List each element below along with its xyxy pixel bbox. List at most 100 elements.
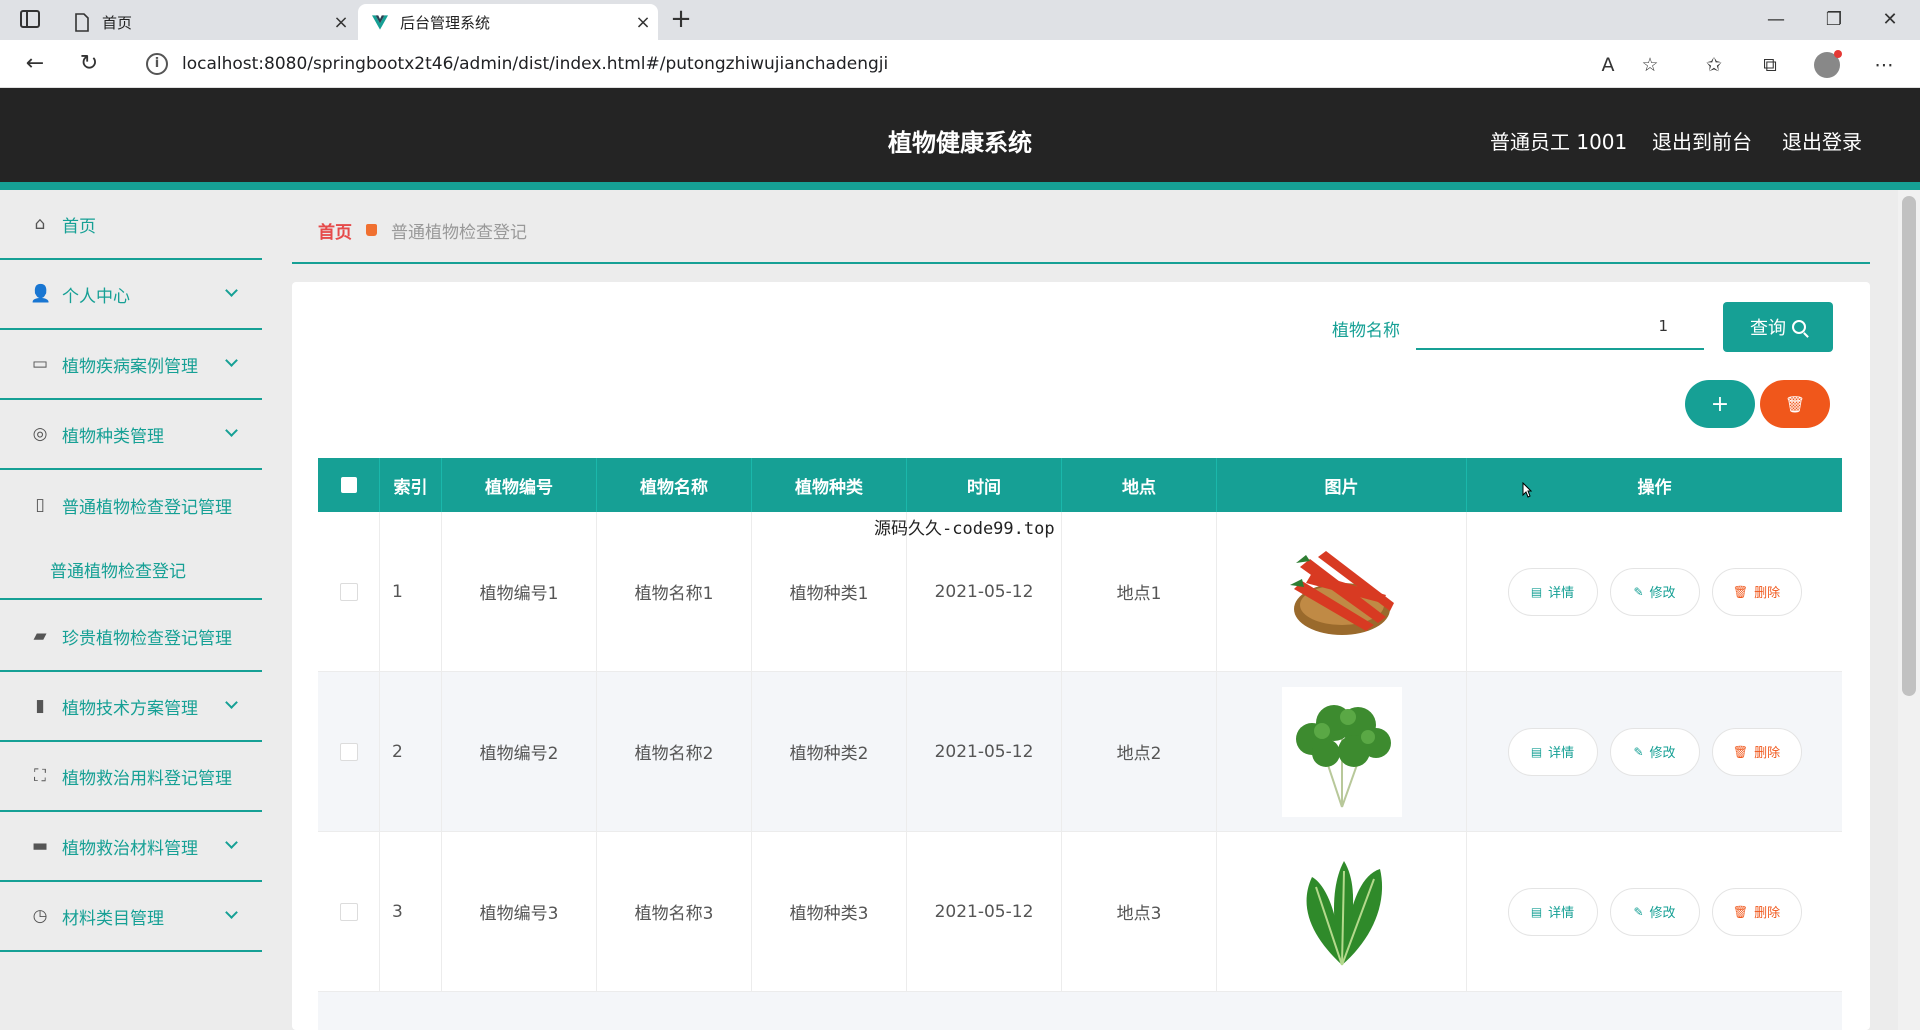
delete-button[interactable]: 🗑 删除	[1711, 567, 1802, 616]
collections-icon[interactable]: ⧉	[1756, 52, 1784, 78]
cell-index: 2	[380, 672, 442, 831]
crop-icon: ⛶	[34, 766, 46, 786]
profile-avatar[interactable]	[1814, 50, 1842, 78]
search-input[interactable]	[1416, 304, 1704, 350]
page-icon	[75, 12, 89, 32]
close-tab-icon[interactable]: ×	[326, 12, 356, 33]
close-tab-icon[interactable]: ×	[628, 12, 658, 33]
back-to-front-link[interactable]: 退出到前台	[1652, 126, 1752, 155]
chevron-down-icon	[225, 284, 238, 297]
column-header: 植物种类	[752, 458, 907, 512]
address-bar: ← ↻ i localhost:8080/springbootx2t46/adm…	[0, 40, 1920, 88]
url-field[interactable]: i localhost:8080/springbootx2t46/admin/d…	[146, 46, 1486, 82]
data-table: 索引 植物编号 植物名称 植物种类 时间 地点 图片 操作 1 植物编号1 植物…	[318, 458, 1842, 1030]
sidebar: ⌂ 首页 👤 个人中心 ▭ 植物疾病案例管理 ◎ 植物种类管理 ▯ 普通植物检查…	[0, 190, 262, 1030]
window-menu-icon[interactable]	[20, 10, 40, 28]
edit-button[interactable]: ✎ 修改	[1609, 887, 1700, 936]
cell-name: 植物名称3	[597, 832, 752, 991]
select-all-checkbox[interactable]	[318, 458, 380, 512]
cell-type: 植物种类3	[752, 832, 907, 991]
spinach-image[interactable]	[1282, 847, 1402, 977]
sidebar-item-label: 珍贵植物检查登记管理	[62, 628, 232, 649]
sidebar-item-disease-cases[interactable]: ▭ 植物疾病案例管理	[0, 330, 262, 400]
row-checkbox[interactable]	[318, 832, 380, 991]
sidebar-item-rescue-usage[interactable]: ⛶ 植物救治用料登记管理	[0, 742, 262, 812]
column-header: 植物编号	[442, 458, 597, 512]
main-content: 首页 普通植物检查登记 植物名称 查询 + 🗑 索引 植物编号 植物名称 植物种…	[292, 198, 1870, 1030]
compass-icon: ◎	[32, 424, 48, 444]
sidebar-item-label: 材料类目管理	[62, 908, 164, 929]
cell-type: 植物种类2	[752, 672, 907, 831]
new-tab-icon[interactable]: +	[666, 4, 696, 36]
sidebar-item-personal[interactable]: 👤 个人中心	[0, 260, 262, 330]
app-title: 植物健康系统	[888, 129, 1032, 157]
detail-button[interactable]: ▤ 详情	[1507, 567, 1598, 616]
table-row: 3 植物编号3 植物名称3 植物种类3 2021-05-12 地点3 ▤ 详情 …	[318, 832, 1842, 992]
delete-button[interactable]: 🗑 删除	[1711, 727, 1802, 776]
plus-icon: +	[1710, 391, 1730, 417]
cell-place: 地点3	[1062, 832, 1217, 991]
vue-icon	[372, 14, 388, 30]
maximize-icon[interactable]: ❐	[1806, 6, 1862, 34]
detail-label: 详情	[1548, 586, 1575, 601]
carrots-image[interactable]	[1282, 527, 1402, 657]
more-menu-icon[interactable]: ⋯	[1870, 52, 1898, 78]
sidebar-subitem-normal-check[interactable]: 普通植物检查登记	[0, 540, 262, 600]
sidebar-item-normal-check-mgmt[interactable]: ▯ 普通植物检查登记管理	[0, 470, 262, 540]
detail-button[interactable]: ▤ 详情	[1507, 887, 1598, 936]
cell-actions: ▤ 详情 ✎ 修改 🗑 删除	[1467, 672, 1842, 831]
content-panel: 植物名称 查询 + 🗑 索引 植物编号 植物名称 植物种类 时间 地点 图片 操…	[292, 282, 1870, 1030]
close-window-icon[interactable]: ✕	[1862, 6, 1918, 34]
cell-code: 植物编号3	[442, 832, 597, 991]
pencil-icon: ✎	[1633, 904, 1644, 919]
clock-icon: ◷	[32, 906, 48, 926]
cell-actions: ▤ 详情 ✎ 修改 🗑 删除	[1467, 832, 1842, 991]
breadcrumb-home[interactable]: 首页	[318, 218, 352, 243]
sidebar-item-label: 植物救治用料登记管理	[62, 768, 232, 789]
add-button[interactable]: +	[1685, 380, 1755, 428]
back-icon[interactable]: ←	[20, 50, 50, 80]
search-label: 植物名称	[1332, 321, 1400, 341]
sidebar-item-home[interactable]: ⌂ 首页	[0, 190, 262, 260]
edit-button[interactable]: ✎ 修改	[1609, 727, 1700, 776]
reload-icon[interactable]: ↻	[74, 50, 104, 80]
search-button[interactable]: 查询	[1723, 302, 1833, 352]
edit-button[interactable]: ✎ 修改	[1609, 567, 1700, 616]
cell-index: 3	[380, 832, 442, 991]
chevron-down-icon	[225, 424, 238, 437]
row-checkbox[interactable]	[318, 512, 380, 671]
user-label: 普通员工 1001	[1490, 130, 1628, 154]
breadcrumb: 首页 普通植物检查登记	[292, 198, 1870, 264]
sidebar-item-material-categories[interactable]: ◷ 材料类目管理	[0, 882, 262, 952]
favorites-icon[interactable]: ✩	[1700, 52, 1728, 78]
read-aloud-icon[interactable]: A	[1594, 52, 1622, 78]
info-icon[interactable]: i	[146, 53, 168, 75]
coriander-image[interactable]	[1281, 686, 1402, 817]
cell-name: 植物名称2	[597, 672, 752, 831]
user-icon: 👤	[30, 284, 52, 304]
sidebar-item-rescue-materials[interactable]: ▬ 植物救治材料管理	[0, 812, 262, 882]
browser-tab-admin[interactable]: 后台管理系统 ×	[358, 4, 658, 40]
trash-icon: 🗑	[1784, 394, 1806, 414]
batch-delete-button[interactable]: 🗑	[1760, 380, 1830, 428]
detail-button[interactable]: ▤ 详情	[1507, 727, 1598, 776]
minimize-icon[interactable]: —	[1748, 6, 1804, 34]
table-header: 索引 植物编号 植物名称 植物种类 时间 地点 图片 操作	[318, 458, 1842, 512]
chevron-down-icon	[225, 906, 238, 919]
scrollbar-thumb[interactable]	[1902, 196, 1916, 696]
sidebar-item-tech-plans[interactable]: ▮ 植物技术方案管理	[0, 672, 262, 742]
table-row	[318, 992, 1842, 1030]
sidebar-item-label: 植物种类管理	[62, 426, 164, 447]
url-text: localhost:8080/springbootx2t46/admin/dis…	[182, 54, 889, 74]
row-checkbox[interactable]	[318, 672, 380, 831]
cell-index: 1	[380, 512, 442, 671]
sidebar-item-rare-check-mgmt[interactable]: ▰ 珍贵植物检查登记管理	[0, 602, 262, 672]
add-favorite-icon[interactable]: ☆	[1636, 52, 1664, 78]
delete-button[interactable]: 🗑 删除	[1711, 887, 1802, 936]
browser-tab-home[interactable]: 首页 ×	[60, 4, 356, 40]
browser-tab-bar: 首页 × 后台管理系统 × + — ❐ ✕	[0, 0, 1920, 40]
logout-link[interactable]: 退出登录	[1782, 126, 1862, 155]
sidebar-item-plant-types[interactable]: ◎ 植物种类管理	[0, 400, 262, 470]
detail-label: 详情	[1548, 746, 1575, 761]
cell-place: 地点1	[1062, 512, 1217, 671]
